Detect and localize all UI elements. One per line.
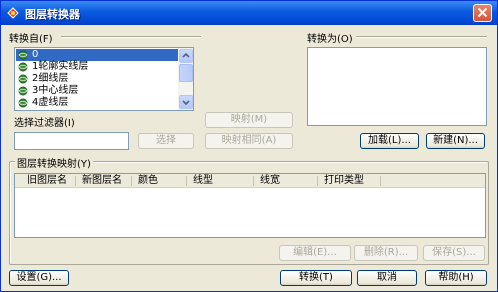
new-button[interactable]: 新建(N)... (426, 133, 485, 149)
column-color[interactable]: 颜色 (132, 174, 158, 188)
layer-name: 1轮廓实线层 (32, 61, 89, 72)
edit-button[interactable]: 编辑(E)... (279, 245, 351, 261)
target-group-label: 转换为(O) (307, 34, 353, 45)
settings-button[interactable]: 设置(G)... (9, 270, 69, 286)
scroll-thumb[interactable] (179, 64, 193, 82)
target-layer-list[interactable] (307, 47, 487, 126)
map-same-button[interactable]: 映射相同(A) (205, 133, 293, 149)
column-plot-style[interactable]: 打印类型 (318, 174, 364, 188)
layer-sphere-icon (18, 50, 28, 60)
select-button[interactable]: 选择 (138, 133, 194, 149)
source-group-label: 转换自(F) (9, 34, 53, 45)
close-button[interactable] (473, 4, 492, 22)
app-icon (7, 7, 19, 19)
column-new-layer-name[interactable]: 新图层名 (76, 174, 122, 188)
layer-item[interactable]: 3中心线层 (16, 85, 179, 97)
close-icon (477, 7, 488, 18)
mapping-group-label: 图层转换映射(Y) (15, 155, 93, 170)
layer-name: 3中心线层 (32, 85, 79, 96)
column-lineweight[interactable]: 线宽 (254, 174, 280, 188)
delete-button[interactable]: 删除(R)... (354, 245, 418, 261)
layer-name: 4虚线层 (32, 97, 69, 108)
window-title: 图层转换器 (25, 8, 80, 21)
target-group-line (356, 36, 487, 38)
column-linetype[interactable]: 线型 (187, 174, 213, 188)
source-group-line (61, 36, 201, 38)
title-bar[interactable]: 图层转换器 (1, 1, 497, 25)
chevron-down-icon (182, 100, 190, 106)
scroll-up-button[interactable] (179, 49, 193, 63)
layer-name: 0 (32, 49, 39, 60)
filter-input[interactable] (14, 132, 129, 150)
cancel-button[interactable]: 取消 (357, 270, 417, 286)
chevron-up-icon (182, 52, 190, 58)
layer-name: 2细线层 (32, 73, 69, 84)
filter-label: 选择过滤器(I) (14, 118, 75, 129)
scroll-down-button[interactable] (179, 95, 193, 109)
source-list-scrollbar[interactable] (178, 48, 193, 110)
column-old-layer-name[interactable]: 旧图层名 (21, 174, 67, 188)
layer-item[interactable]: 4虚线层 (16, 97, 179, 109)
map-button[interactable]: 映射(M) (205, 112, 293, 128)
load-button[interactable]: 加载(L)... (360, 133, 419, 149)
layer-item[interactable]: 1轮廓实线层 (16, 61, 179, 73)
layer-item[interactable]: 2细线层 (16, 73, 179, 85)
mapping-table-header: 旧图层名 新图层名 颜色 线型 线宽 打印类型 (15, 174, 485, 188)
layer-sphere-icon (18, 74, 28, 84)
source-layer-list[interactable]: 0 1轮廓实线层 2细线层 3中心线层 4虚线层 (14, 47, 194, 111)
save-button[interactable]: 保存(S)... (423, 245, 485, 261)
convert-button[interactable]: 转换(T) (280, 270, 352, 286)
layer-sphere-icon (18, 86, 28, 96)
layer-sphere-icon (18, 98, 28, 108)
layer-sphere-icon (18, 62, 28, 72)
help-button[interactable]: 帮助(H) (425, 270, 487, 286)
layer-translator-dialog: 图层转换器 转换自(F) 0 1轮廓实线层 2细线层 3中心线层 4虚线层 选择… (0, 0, 498, 292)
mapping-table[interactable]: 旧图层名 新图层名 颜色 线型 线宽 打印类型 (14, 173, 486, 238)
layer-item[interactable]: 0 (16, 49, 179, 61)
